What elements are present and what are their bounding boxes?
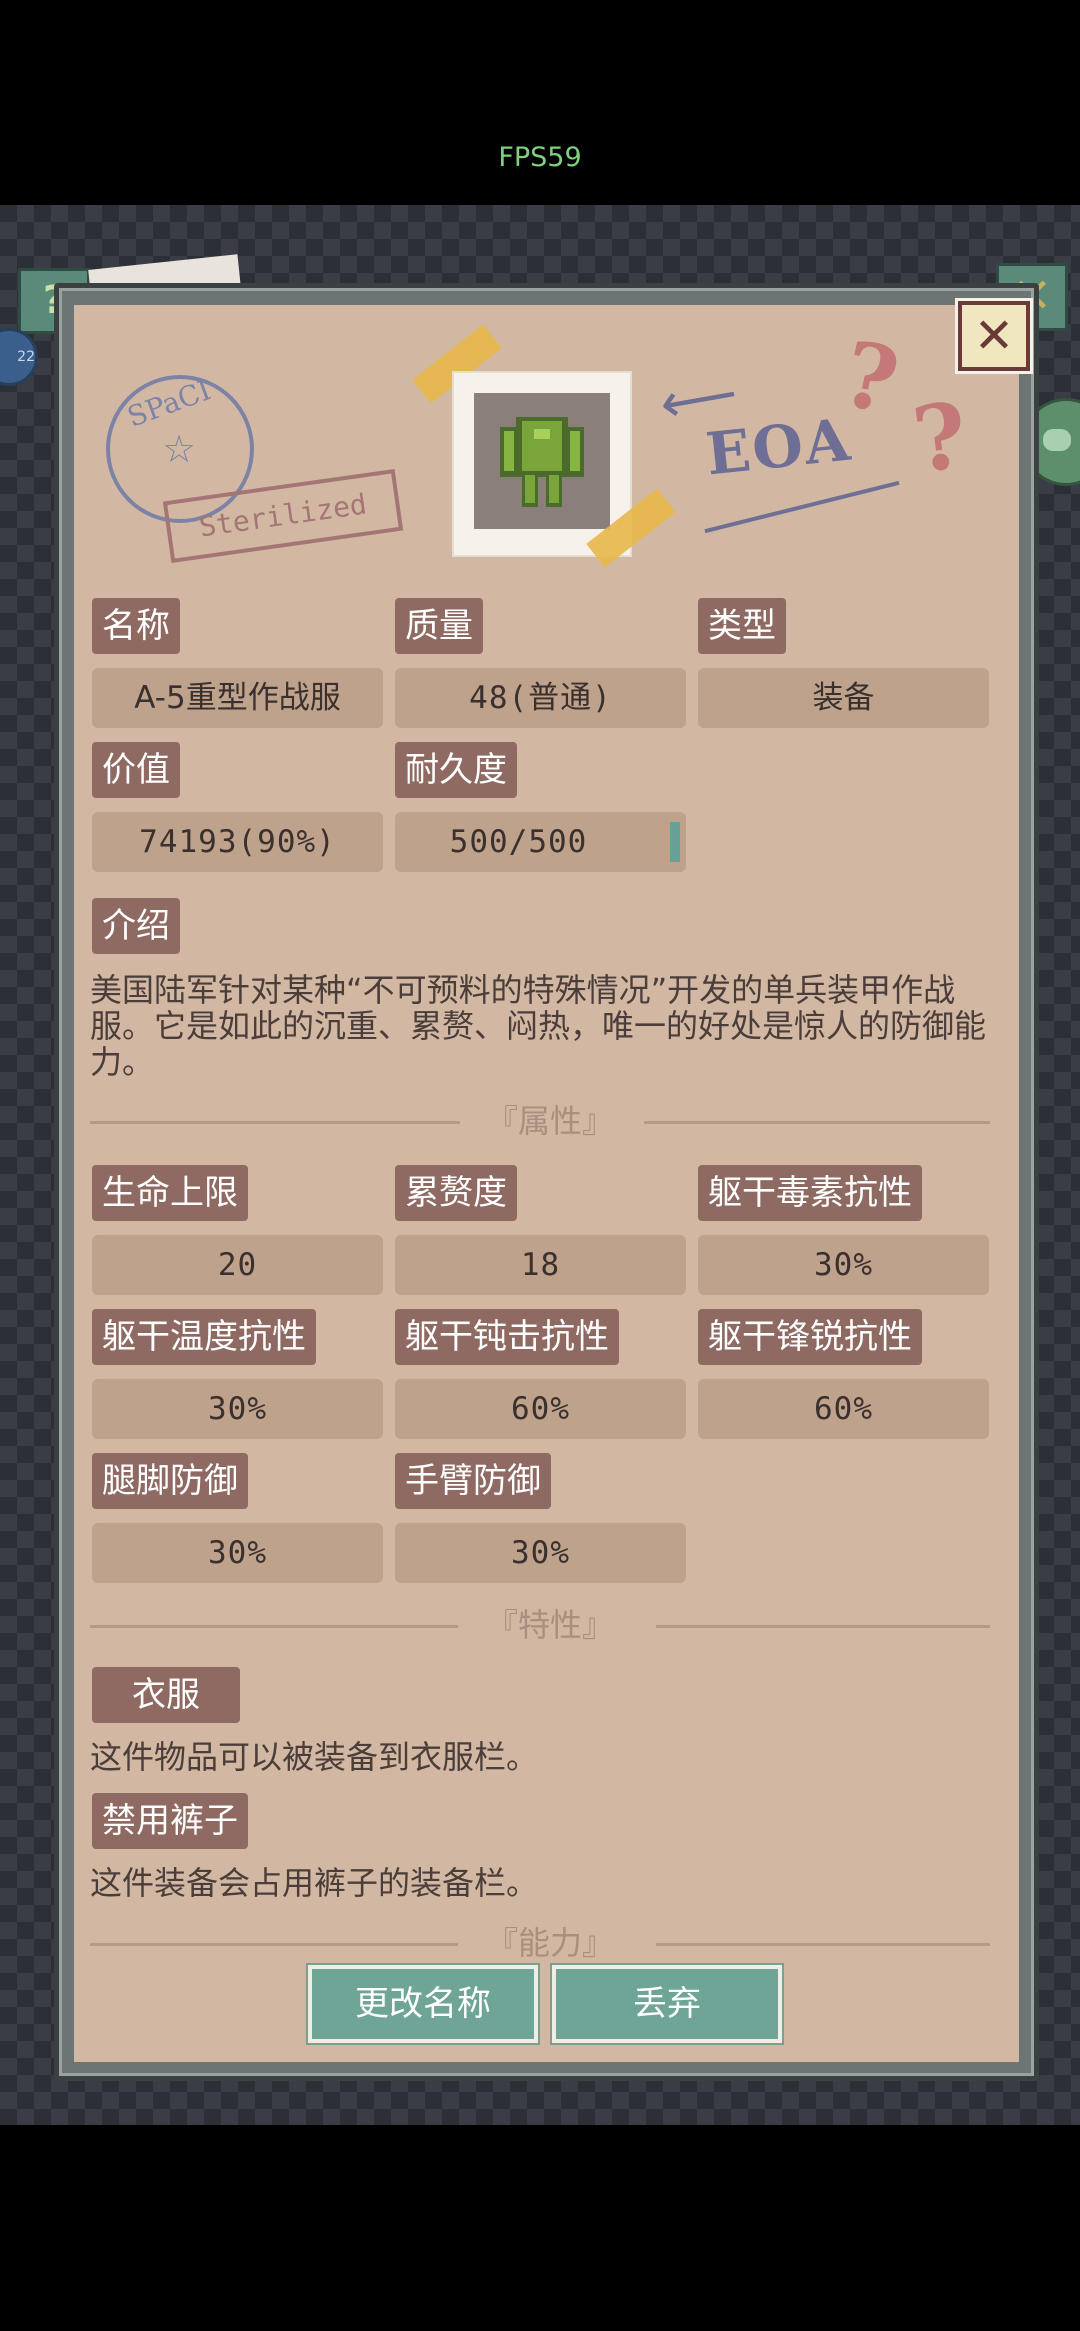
abilities-divider: 『能力』 xyxy=(90,1923,990,1963)
type-label: 类型 xyxy=(698,598,786,654)
durability-value: 500/500 xyxy=(395,812,686,872)
name-label: 名称 xyxy=(92,598,180,654)
lines-deco xyxy=(704,480,900,534)
trait-desc: 这件物品可以被装备到衣服栏。 xyxy=(90,1738,539,1776)
attributes-divider: 『属性』 xyxy=(90,1101,990,1141)
attr-label: 躯干钝击抗性 xyxy=(395,1309,619,1365)
durability-label: 耐久度 xyxy=(395,742,517,798)
intro-label: 介绍 xyxy=(92,898,180,954)
name-value: A-5重型作战服 xyxy=(92,668,383,728)
intro-text: 美国陆军针对某种“不可预料的特殊情况”开发的单兵装甲作战服。它是如此的沉重、累赘… xyxy=(90,971,987,1081)
value-label: 价值 xyxy=(92,742,180,798)
armor-suit-icon xyxy=(500,417,584,507)
discard-button[interactable]: 丢弃 xyxy=(552,1965,782,2043)
rename-button[interactable]: 更改名称 xyxy=(308,1965,538,2043)
item-detail-panel: SPaCI ☆ Sterilized ⟵ EOA ? ? 名称 质量 类型 A-… xyxy=(74,305,1019,2062)
attr-label: 躯干锋锐抗性 xyxy=(698,1309,922,1365)
attr-label: 累赘度 xyxy=(395,1165,517,1221)
attr-label: 躯干温度抗性 xyxy=(92,1309,316,1365)
close-button[interactable]: ✕ xyxy=(958,301,1030,371)
star-icon: ☆ xyxy=(162,427,197,471)
attr-value: 18 xyxy=(395,1235,686,1295)
quality-value: 48(普通) xyxy=(395,668,686,728)
attr-value: 30% xyxy=(92,1523,383,1583)
stamp-text: SPaCI xyxy=(122,373,216,434)
attr-label: 生命上限 xyxy=(92,1165,248,1221)
question-mark-deco: ? xyxy=(906,381,974,495)
abilities-title: 『能力』 xyxy=(486,1924,615,1962)
attributes-title: 『属性』 xyxy=(486,1102,615,1140)
durability-bar xyxy=(670,822,680,862)
attr-value: 30% xyxy=(92,1379,383,1439)
trait-label: 禁用裤子 xyxy=(92,1793,248,1849)
attr-label: 躯干毒素抗性 xyxy=(698,1165,922,1221)
quality-label: 质量 xyxy=(395,598,483,654)
trait-label: 衣服 xyxy=(92,1667,240,1723)
traits-divider: 『特性』 xyxy=(90,1605,990,1645)
attr-label: 手臂防御 xyxy=(395,1453,551,1509)
attr-value: 60% xyxy=(698,1379,989,1439)
attr-value: 30% xyxy=(395,1523,686,1583)
fps-counter: FPS59 xyxy=(498,142,582,173)
traits-title: 『特性』 xyxy=(486,1606,615,1644)
attr-label: 腿脚防御 xyxy=(92,1453,248,1509)
trait-desc: 这件装备会占用裤子的装备栏。 xyxy=(90,1864,539,1902)
type-value: 装备 xyxy=(698,668,989,728)
durability-text: 500/500 xyxy=(449,824,588,860)
item-value: 74193(90%) xyxy=(92,812,383,872)
question-mark-deco: ? xyxy=(833,320,908,436)
attr-value: 30% xyxy=(698,1235,989,1295)
eoa-text: EOA xyxy=(702,405,855,489)
attr-value: 60% xyxy=(395,1379,686,1439)
attr-value: 20 xyxy=(92,1235,383,1295)
